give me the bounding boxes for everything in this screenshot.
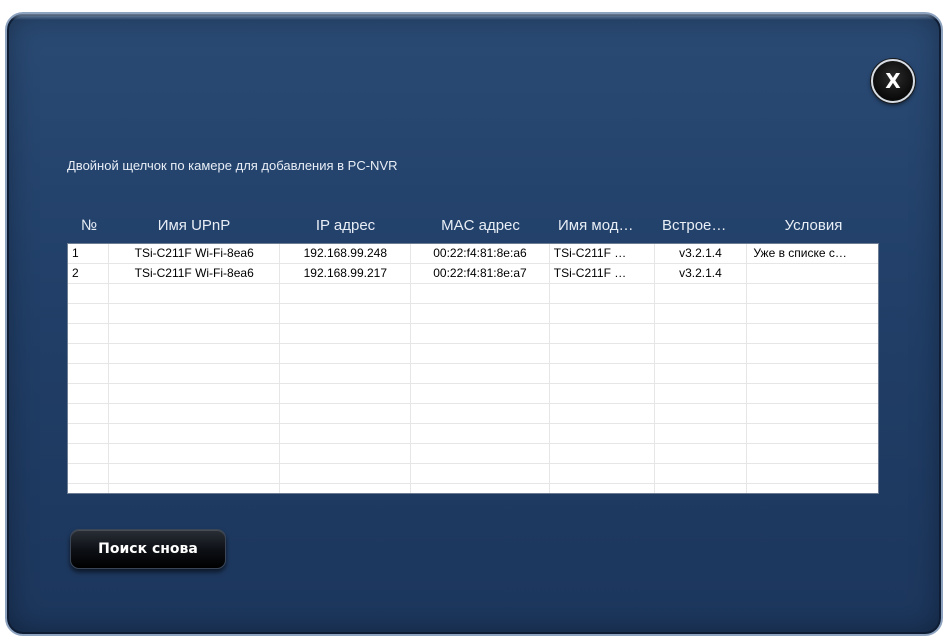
cell-status: Уже в списке с… (753, 246, 847, 260)
empty-table-row (68, 364, 878, 384)
table-row[interactable]: 1 TSi-C211F Wi-Fi-8ea6 192.168.99.248 00… (68, 244, 878, 264)
cell-model-name: TSi-C211F … (550, 244, 655, 263)
empty-table-row (68, 424, 878, 444)
column-header-ip-address[interactable]: IP адрес (280, 215, 411, 241)
close-icon: X (885, 69, 901, 93)
column-header-status[interactable]: Условия (748, 215, 879, 241)
empty-table-row (68, 464, 878, 484)
search-again-button[interactable]: Поиск снова (70, 529, 226, 569)
empty-table-row (68, 444, 878, 464)
camera-list-table[interactable]: 1 TSi-C211F Wi-Fi-8ea6 192.168.99.248 00… (67, 243, 879, 494)
table-row[interactable]: 2 TSi-C211F Wi-Fi-8ea6 192.168.99.217 00… (68, 264, 878, 284)
close-button[interactable]: X (871, 59, 915, 103)
cell-ip-address: 192.168.99.217 (280, 264, 412, 283)
cell-mac-address: 00:22:f4:81:8e:a6 (411, 244, 550, 263)
column-header-number[interactable]: № (67, 215, 108, 241)
empty-table-row (68, 304, 878, 324)
empty-table-row (68, 384, 878, 404)
empty-table-row (68, 484, 878, 493)
cell-number: 1 (68, 244, 109, 263)
cell-upnp-name: TSi-C211F Wi-Fi-8ea6 (109, 244, 281, 263)
cell-firmware: v3.2.1.4 (655, 244, 748, 263)
cell-status (747, 264, 878, 283)
cell-ip-address: 192.168.99.248 (280, 244, 412, 263)
instruction-text: Двойной щелчок по камере для добавления … (67, 158, 398, 173)
empty-table-row (68, 324, 878, 344)
cell-mac-address: 00:22:f4:81:8e:a7 (411, 264, 550, 283)
column-header-firmware[interactable]: Встрое… (655, 215, 748, 241)
column-header-mac-address[interactable]: MAC адрес (411, 215, 550, 241)
empty-table-row (68, 344, 878, 364)
cell-upnp-name: TSi-C211F Wi-Fi-8ea6 (109, 264, 281, 283)
empty-table-row (68, 284, 878, 304)
column-header-upnp-name[interactable]: Имя UPnP (108, 215, 280, 241)
cell-model-name: TSi-C211F … (550, 264, 655, 283)
column-header-model-name[interactable]: Имя мод… (550, 215, 655, 241)
cell-number: 2 (68, 264, 109, 283)
cell-firmware: v3.2.1.4 (655, 264, 748, 283)
empty-table-row (68, 404, 878, 424)
table-header: № Имя UPnP IP адрес MAC адрес Имя мод… В… (67, 215, 879, 241)
